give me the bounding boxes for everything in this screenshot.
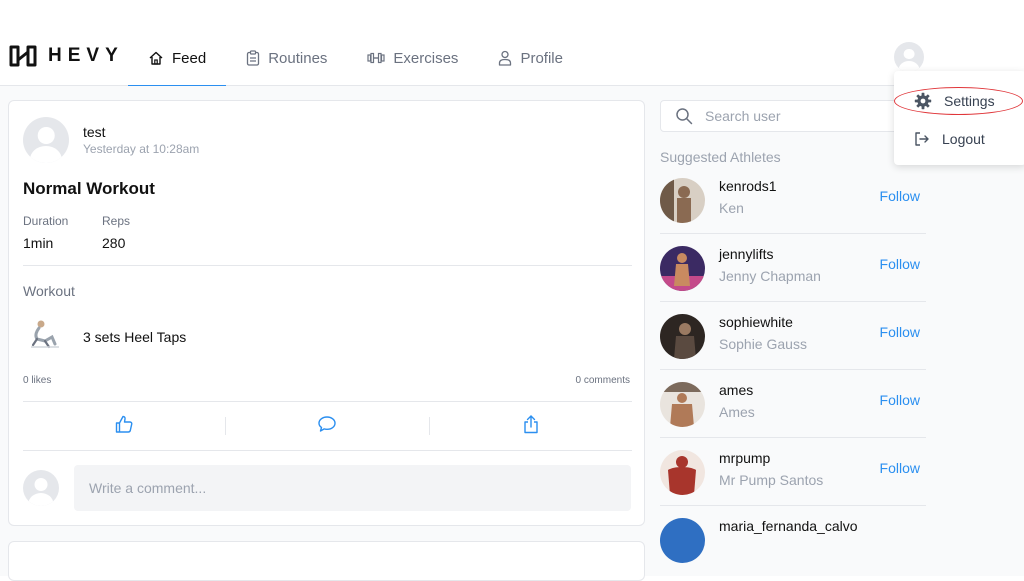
athlete-name: Jenny Chapman (719, 268, 821, 284)
stat-duration-label: Duration (23, 214, 69, 228)
workout-post-card: test Yesterday at 10:28am Normal Workout… (8, 100, 645, 526)
workout-title[interactable]: Normal Workout (23, 179, 155, 199)
athlete-name: Sophie Gauss (719, 336, 807, 352)
search-user-input[interactable] (705, 108, 905, 124)
athlete-avatar[interactable] (660, 246, 705, 291)
stat-duration-value: 1min (23, 235, 54, 251)
hevy-logo[interactable]: HEVY (8, 44, 124, 68)
exercise-item[interactable]: 3 sets Heel Taps (83, 329, 186, 345)
next-post-card (8, 541, 645, 581)
athlete-name: Ken (719, 200, 744, 216)
logout-icon (914, 131, 930, 147)
stat-reps-value: 280 (102, 235, 126, 251)
menu-item-logout[interactable]: Logout (894, 122, 1024, 156)
athlete-name: Ames (719, 404, 755, 420)
search-user-box[interactable] (660, 100, 926, 132)
divider (23, 265, 632, 266)
post-author-username[interactable]: test (83, 124, 106, 140)
nav-exercises-label: Exercises (393, 49, 459, 67)
main-nav: Feed Routines Exercises Profile (128, 30, 583, 87)
suggested-athletes-title: Suggested Athletes (660, 149, 781, 165)
athlete-row: kenrods1 Ken Follow (660, 166, 926, 234)
logo-text: HEVY (48, 45, 124, 66)
nav-profile[interactable]: Profile (478, 30, 583, 86)
athlete-row: sophiewhite Sophie Gauss Follow (660, 302, 926, 370)
hevy-logo-icon (9, 45, 37, 67)
athlete-avatar[interactable] (660, 314, 705, 359)
search-icon (675, 107, 693, 125)
athlete-row: maria_fernanda_calvo (660, 506, 926, 574)
thumbs-up-icon (114, 414, 134, 439)
nav-routines-label: Routines (268, 49, 328, 67)
dumbbell-icon (367, 52, 386, 64)
current-user-avatar (23, 470, 59, 506)
athlete-avatar[interactable] (660, 382, 705, 427)
divider (23, 450, 632, 451)
user-icon (498, 50, 512, 66)
follow-button[interactable]: Follow (880, 188, 920, 204)
athlete-username[interactable]: maria_fernanda_calvo (719, 518, 858, 534)
athlete-row: jennylifts Jenny Chapman Follow (660, 234, 926, 302)
post-actions (23, 406, 632, 446)
athlete-avatar[interactable] (660, 450, 705, 495)
share-button[interactable] (430, 411, 632, 441)
likes-count[interactable]: 0 likes (23, 375, 51, 386)
comments-count[interactable]: 0 comments (576, 375, 630, 386)
athlete-username[interactable]: kenrods1 (719, 178, 777, 194)
stat-duration: Duration 1min (23, 214, 68, 251)
clipboard-icon (246, 50, 260, 66)
athlete-username[interactable]: sophiewhite (719, 314, 793, 330)
athlete-username[interactable]: ames (719, 382, 753, 398)
menu-item-settings-label: Settings (944, 93, 995, 109)
comment-button[interactable] (226, 411, 428, 441)
gear-icon (914, 92, 932, 110)
nav-routines[interactable]: Routines (226, 30, 347, 86)
workout-section-label: Workout (23, 283, 75, 299)
athlete-name: Mr Pump Santos (719, 472, 824, 488)
stat-reps-label: Reps (102, 214, 131, 228)
menu-item-logout-label: Logout (942, 131, 985, 147)
athlete-row: ames Ames Follow (660, 370, 926, 438)
follow-button[interactable]: Follow (880, 392, 920, 408)
share-icon (522, 414, 540, 439)
athlete-avatar[interactable] (660, 178, 705, 223)
account-dropdown-menu: Settings Logout (894, 71, 1024, 165)
feed-page: test Yesterday at 10:28am Normal Workout… (0, 86, 1024, 581)
athlete-username[interactable]: mrpump (719, 450, 770, 466)
exercise-thumbnail (27, 317, 63, 351)
athlete-avatar[interactable] (660, 518, 705, 563)
divider (23, 401, 632, 402)
speech-bubble-icon (317, 414, 337, 439)
account-avatar-button[interactable] (894, 42, 924, 72)
nav-profile-label: Profile (520, 49, 563, 67)
post-timestamp: Yesterday at 10:28am (83, 142, 200, 156)
nav-feed[interactable]: Feed (128, 30, 227, 87)
post-author-avatar[interactable] (23, 117, 69, 163)
top-navbar: HEVY Feed Routines Exercises Profile (0, 30, 1024, 87)
nav-feed-label: Feed (172, 49, 207, 67)
comment-input[interactable] (74, 465, 631, 511)
nav-exercises[interactable]: Exercises (347, 30, 478, 86)
athlete-row: mrpump Mr Pump Santos Follow (660, 438, 926, 506)
follow-button[interactable]: Follow (880, 256, 920, 272)
like-button[interactable] (23, 411, 225, 441)
menu-item-settings[interactable]: Settings (894, 84, 1024, 118)
home-icon (148, 50, 164, 66)
follow-button[interactable]: Follow (880, 324, 920, 340)
stat-reps: Reps 280 (102, 214, 130, 251)
athlete-username[interactable]: jennylifts (719, 246, 773, 262)
follow-button[interactable]: Follow (880, 460, 920, 476)
